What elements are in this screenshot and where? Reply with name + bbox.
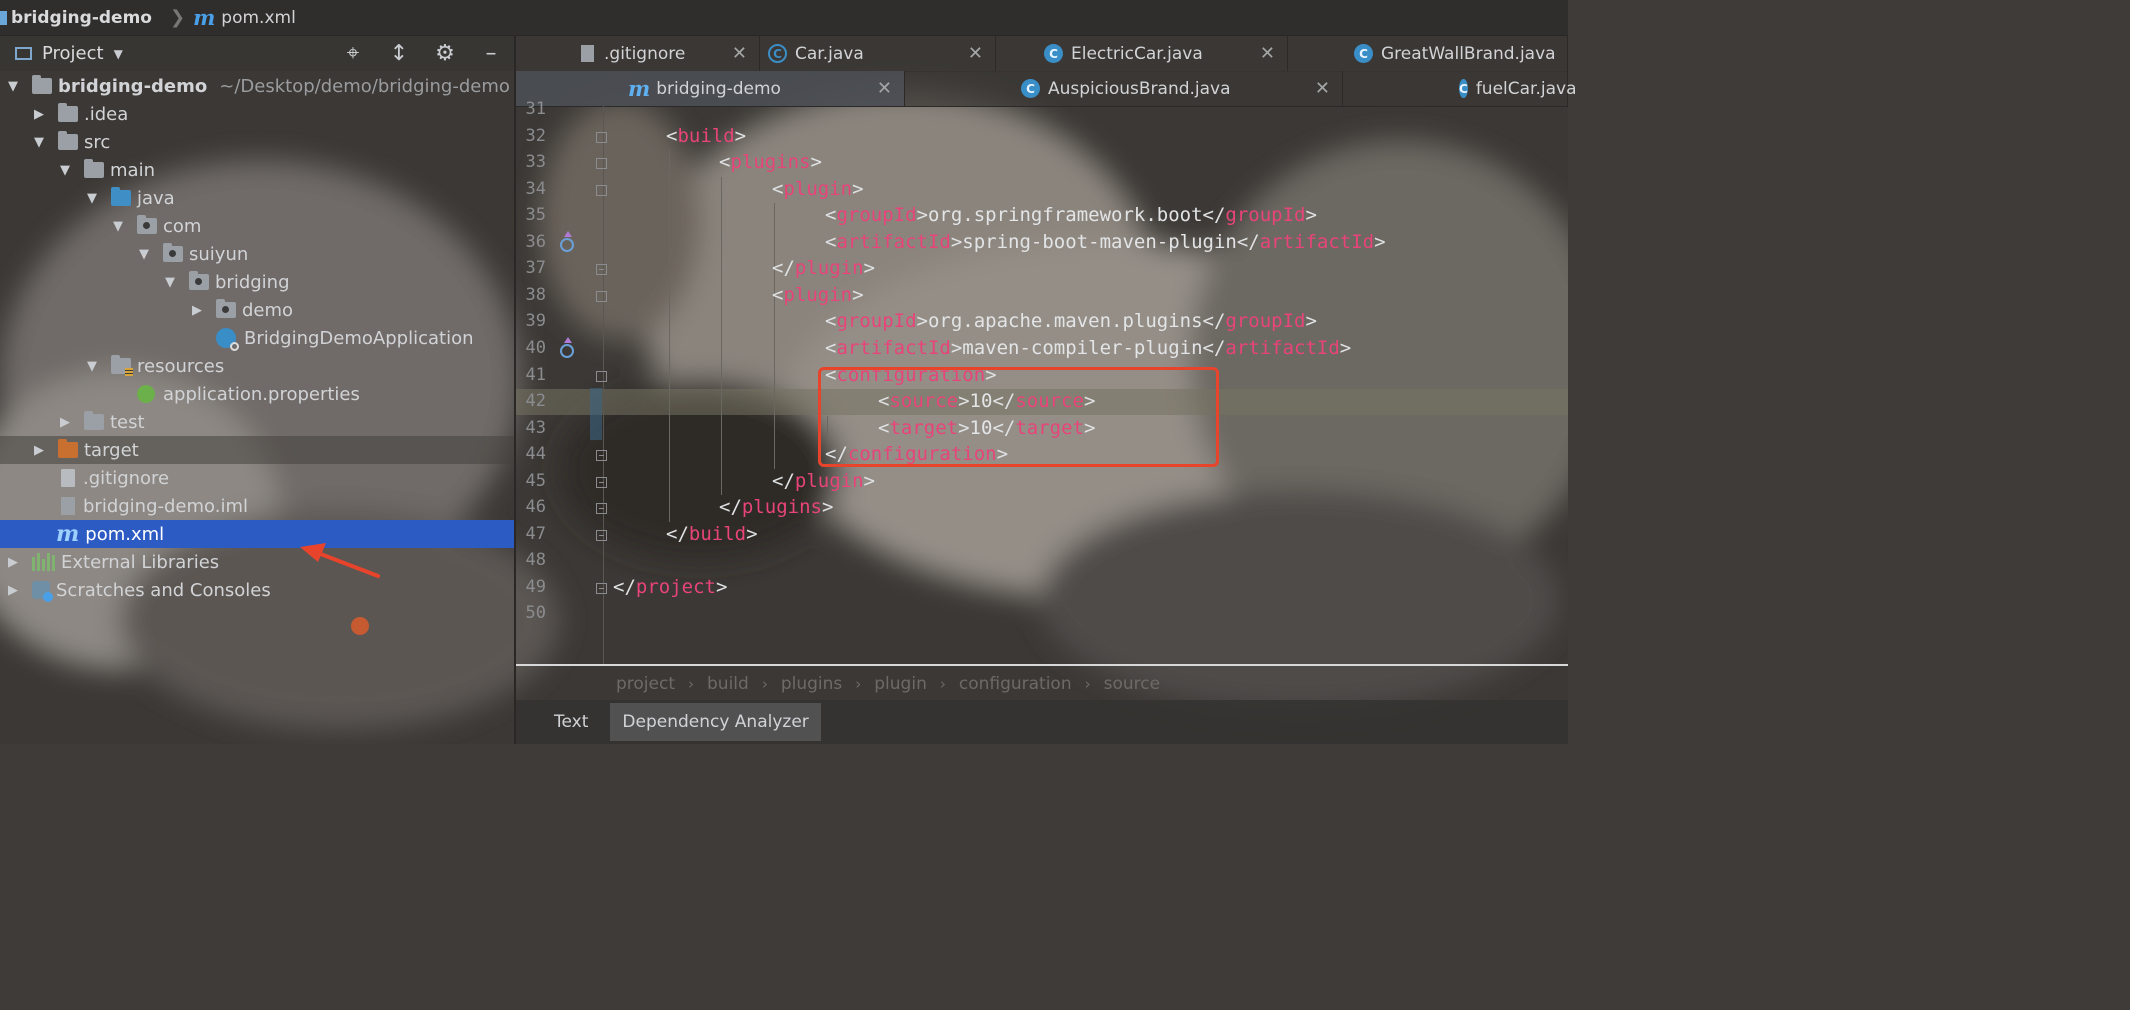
- annotation-arrow: [300, 543, 380, 578]
